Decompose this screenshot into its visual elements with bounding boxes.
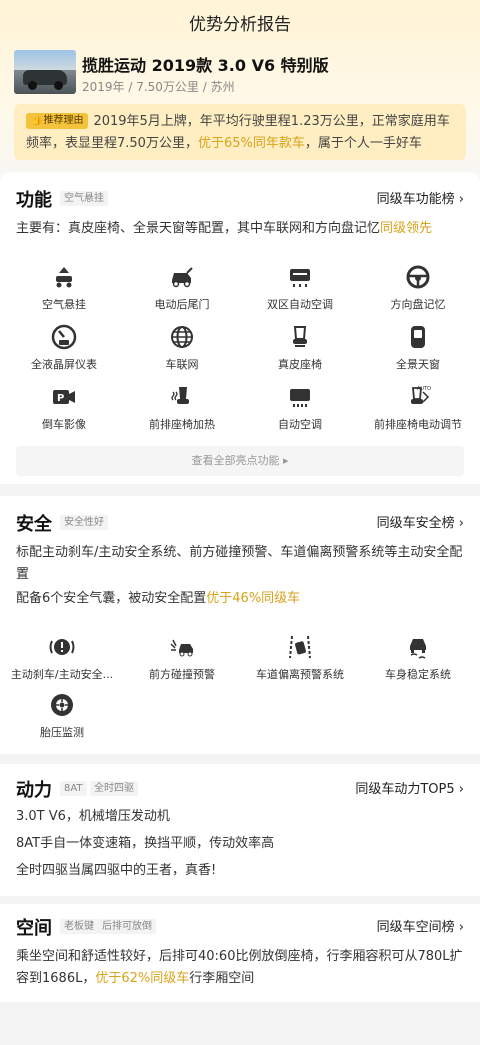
feature-item[interactable]: 全液晶屏仪表 <box>4 324 124 372</box>
stability-control-icon <box>410 639 426 659</box>
feature-item[interactable]: AUTO 前排座椅电动调节 <box>358 384 478 432</box>
reason-highlight: 优于65%同年款车 <box>197 136 305 151</box>
feature-item[interactable]: 空气悬挂 <box>4 264 124 312</box>
feature-item[interactable]: 双区自动空调 <box>240 264 360 312</box>
lcd-cluster-icon <box>51 324 77 350</box>
leather-seat-icon <box>293 326 307 347</box>
air-suspension-icon <box>56 267 72 288</box>
feature-item[interactable]: 电动后尾门 <box>122 264 242 312</box>
sunroof-icon <box>411 326 425 348</box>
reason-text-tail: ，属于个人一手好车 <box>304 136 422 151</box>
safety-text: 标配主动刹车/主动安全系统、前方碰撞预警、车道偏离预警系统等主动安全配置 <box>16 545 463 582</box>
feature-item[interactable]: 前排座椅加热 <box>122 384 242 432</box>
car-thumbnail[interactable] <box>14 50 76 94</box>
feature-item[interactable]: 真皮座椅 <box>240 324 360 372</box>
tire-pressure-icon <box>51 694 73 716</box>
space-rank-link[interactable]: 同级车空间榜 › <box>377 916 464 935</box>
feature-item[interactable]: 方向盘记忆 <box>358 264 478 312</box>
power-tailgate-icon <box>172 267 193 288</box>
chevron-right-icon: › <box>458 920 464 935</box>
thumbs-up-icon: 👍 <box>31 115 44 126</box>
safety-tag: 安全性好 <box>60 515 108 530</box>
function-summary: 主要有：真皮座椅、全景天窗等配置，其中车联网和方向盘记忆同级领先 <box>16 221 433 236</box>
dual-zone-ac-icon <box>290 269 310 287</box>
seat-heating-icon <box>171 387 189 404</box>
auto-ac-icon <box>290 389 310 407</box>
collision-warning-icon <box>170 639 193 657</box>
space-tag: 后排可放倒 <box>98 919 156 934</box>
function-rank-link[interactable]: 同级车功能榜 › <box>377 188 464 207</box>
page-title: 优势分析报告 <box>189 15 291 35</box>
power-card: 动力 8AT 全时四驱 同级车动力TOP5 › 3.0T V6，机械增压发动机 … <box>0 764 480 896</box>
power-tag: 全时四驱 <box>90 781 138 796</box>
space-tag: 老板键 <box>60 919 98 934</box>
power-seat-icon: AUTO <box>411 386 431 404</box>
power-line: 8AT手自一体变速箱，换挡平顺，传动效率高 <box>16 836 275 851</box>
space-title: 空间 <box>16 918 52 939</box>
recommend-badge: 👍推荐理由 <box>26 113 89 129</box>
chevron-right-icon: › <box>458 516 464 531</box>
safety-item[interactable]: 车道偏离预警系统 <box>240 634 360 682</box>
function-title: 功能 <box>16 190 52 211</box>
power-line: 3.0T V6，机械增压发动机 <box>16 809 170 824</box>
svg-text:P: P <box>57 393 64 404</box>
function-card: 功能 空气悬挂 同级车功能榜 › 主要有：真皮座椅、全景天窗等配置，其中车联网和… <box>0 172 480 484</box>
safety-rank-link[interactable]: 同级车安全榜 › <box>377 512 464 531</box>
car-name: 揽胜运动 2019款 3.0 V6 特别版 <box>82 56 329 75</box>
feature-item[interactable]: 自动空调 <box>240 384 360 432</box>
power-line: 全时四驱当属四驱中的王者，真香! <box>16 863 217 878</box>
feature-item[interactable]: P 倒车影像 <box>4 384 124 432</box>
svg-text:AUTO: AUTO <box>417 386 431 392</box>
chevron-right-icon: › <box>458 192 464 207</box>
power-rank-link[interactable]: 同级车动力TOP5 › <box>355 778 464 797</box>
space-card: 空间 老板键 后排可放倒 同级车空间榜 › 乘坐空间和舒适性较好，后排可40:6… <box>0 904 480 1002</box>
car-meta: 2019年 / 7.50万公里 / 苏州 <box>82 80 235 94</box>
view-all-features-button[interactable]: 查看全部亮点功能 ▸ <box>16 446 464 476</box>
space-text: 乘坐空间和舒适性较好，后排可40:60比例放倒座椅，行李厢容积可从780L扩容到… <box>16 949 463 986</box>
function-tag: 空气悬挂 <box>60 191 108 206</box>
safety-item[interactable]: 主动刹车/主动安全... <box>2 634 122 682</box>
safety-title: 安全 <box>16 514 52 535</box>
safety-item[interactable]: 车身稳定系统 <box>358 634 478 682</box>
steering-wheel-icon <box>406 265 430 289</box>
lane-departure-icon <box>289 635 311 659</box>
brake-warning-icon <box>49 639 75 655</box>
safety-item[interactable]: 前方碰撞预警 <box>122 634 242 682</box>
reverse-camera-icon: P <box>53 390 75 404</box>
feature-item[interactable]: 全景天窗 <box>358 324 478 372</box>
safety-item[interactable]: 胎压监测 <box>2 692 122 740</box>
safety-airbag-text: 配备6个安全气囊，被动安全配置优于46%同级车 <box>16 591 301 606</box>
power-tag: 8AT <box>60 781 87 796</box>
chevron-right-icon: › <box>458 782 464 797</box>
power-title: 动力 <box>16 780 52 801</box>
feature-item[interactable]: 车联网 <box>122 324 242 372</box>
globe-icon <box>171 326 193 348</box>
safety-card: 安全 安全性好 同级车安全榜 › 标配主动刹车/主动安全系统、前方碰撞预警、车道… <box>0 496 480 754</box>
recommend-reason: 👍推荐理由 2019年5月上牌，年平均行驶里程1.23万公里，正常家庭用车频率，表… <box>14 104 466 160</box>
